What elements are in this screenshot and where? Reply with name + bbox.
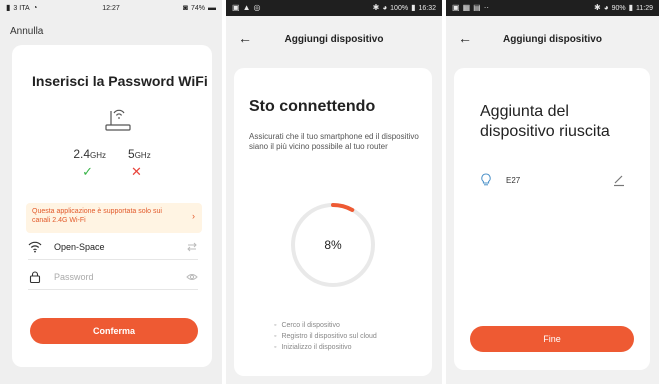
wifi-network-row[interactable]: Open-Space (28, 237, 198, 257)
band-notice[interactable]: Questa applicazione è supportata solo su… (26, 203, 202, 233)
battery-level: 90% (611, 4, 626, 12)
password-input[interactable] (54, 272, 198, 282)
progress-percent: 8% (324, 238, 342, 252)
signal-icon: ▮ (6, 3, 11, 12)
header-title: Aggiungi dispositivo (284, 33, 384, 45)
band-24ghz: 2.4GHz (73, 147, 106, 161)
cross-icon: ✕ (131, 164, 142, 179)
wifi-icon (28, 241, 42, 253)
status-time: 11:29 (636, 4, 653, 12)
chevron-right-icon: › (192, 211, 195, 221)
bulb-icon (481, 173, 491, 186)
status-bar: ▣ ▦ ▤ ·· ✱ ◕ 90% ▮ 11:29 (446, 0, 659, 16)
lock-icon (29, 271, 41, 283)
password-row (28, 267, 198, 287)
bluetooth-icon: ✱ (594, 3, 601, 12)
step-item: Cerco il dispositivo (274, 320, 377, 331)
battery-level: 100% (390, 4, 409, 12)
signal-icon: ◕ (603, 3, 609, 12)
band-5ghz: 5GHz (128, 147, 151, 161)
device-added-screen: ▣ ▦ ▤ ·· ✱ ◕ 90% ▮ 11:29 ← Aggiungi disp… (446, 0, 659, 384)
more-notifications-icon: ·· (483, 3, 490, 12)
switch-network-icon[interactable] (186, 241, 198, 253)
signal-icon: ◕ (382, 3, 388, 12)
cancel-button[interactable]: Annulla (10, 26, 43, 37)
connection-steps: Cerco il dispositivo Registro il disposi… (274, 320, 377, 353)
back-arrow-icon[interactable]: ← (238, 30, 252, 46)
router-wifi-icon (105, 109, 131, 131)
status-time: 16:32 (418, 4, 436, 12)
confirm-button[interactable]: Conferma (30, 318, 198, 344)
device-name: E27 (506, 175, 521, 185)
app-header: ← Aggiungi dispositivo (446, 16, 659, 62)
connecting-card: Sto connettendo Assicurati che il tuo sm… (234, 68, 432, 376)
progress-ring: 8% (288, 200, 378, 290)
wifi-status-icon: ◔ (32, 3, 38, 12)
notice-text: Questa applicazione è supportata solo su… (32, 208, 162, 224)
image-notification-icon: ▦ (462, 3, 471, 12)
battery-icon: ▬ (208, 3, 216, 12)
page-title: Inserisci la Password WiFi (32, 73, 208, 89)
wifi-card: Inserisci la Password WiFi 2.4GHz 5GHz ✓… (12, 45, 212, 367)
back-arrow-icon[interactable]: ← (458, 30, 472, 46)
step-item: Registro il dispositivo sul cloud (274, 331, 376, 342)
app-notification-icon: ◎ (253, 3, 261, 12)
screenshot-collage: ▮ 3 ITA ◔ 12:27 ◙ 74% ▬ Annulla Inserisc… (0, 0, 659, 384)
status-bar: ▣ ▲ ◎ ✱ ◕ 100% ▮ 16:32 (226, 0, 442, 16)
page-title: Aggiunta del dispositivo riuscita (480, 103, 610, 140)
band-list: 2.4GHz 5GHz (12, 147, 212, 161)
gallery-notification-icon: ▣ (232, 3, 240, 12)
divider (28, 289, 198, 290)
warning-notification-icon: ▲ (242, 3, 251, 12)
battery-icon: ▮ (628, 3, 633, 12)
connecting-screen: ▣ ▲ ◎ ✱ ◕ 100% ▮ 16:32 ← Aggiungi dispos… (226, 0, 442, 384)
divider (28, 259, 198, 260)
added-device-row: E27 (480, 170, 626, 190)
status-bar: ▮ 3 ITA ◔ 12:27 ◙ 74% ▬ (0, 0, 222, 16)
band-support-marks: ✓ ✕ (12, 165, 212, 179)
instructions-text: Assicurati che il tuo smartphone ed il d… (249, 132, 419, 151)
carrier-label: 3 ITA (13, 4, 30, 12)
status-time: 12:27 (102, 4, 120, 12)
success-card: Aggiunta del dispositivo riuscita E27 Fi… (454, 68, 650, 370)
battery-level: 74% (190, 4, 205, 12)
app-header: ← Aggiungi dispositivo (226, 16, 442, 62)
step-item: Inizializzo il dispositivo (274, 342, 377, 353)
page-title: Sto connettendo (249, 98, 376, 115)
message-notification-icon: ▤ (473, 3, 481, 12)
wifi-ssid: Open-Space (54, 242, 105, 252)
show-password-eye-icon[interactable] (186, 271, 198, 283)
gallery-notification-icon: ▣ (452, 3, 460, 12)
wifi-password-screen: ▮ 3 ITA ◔ 12:27 ◙ 74% ▬ Annulla Inserisc… (0, 0, 222, 384)
done-button[interactable]: Fine (470, 326, 634, 352)
edit-pencil-icon[interactable] (612, 173, 626, 187)
header-title: Aggiungi dispositivo (503, 33, 602, 45)
battery-icon: ▮ (411, 3, 416, 12)
check-icon: ✓ (82, 164, 93, 179)
bluetooth-icon: ✱ (372, 3, 380, 12)
notification-icon: ◙ (183, 3, 188, 12)
